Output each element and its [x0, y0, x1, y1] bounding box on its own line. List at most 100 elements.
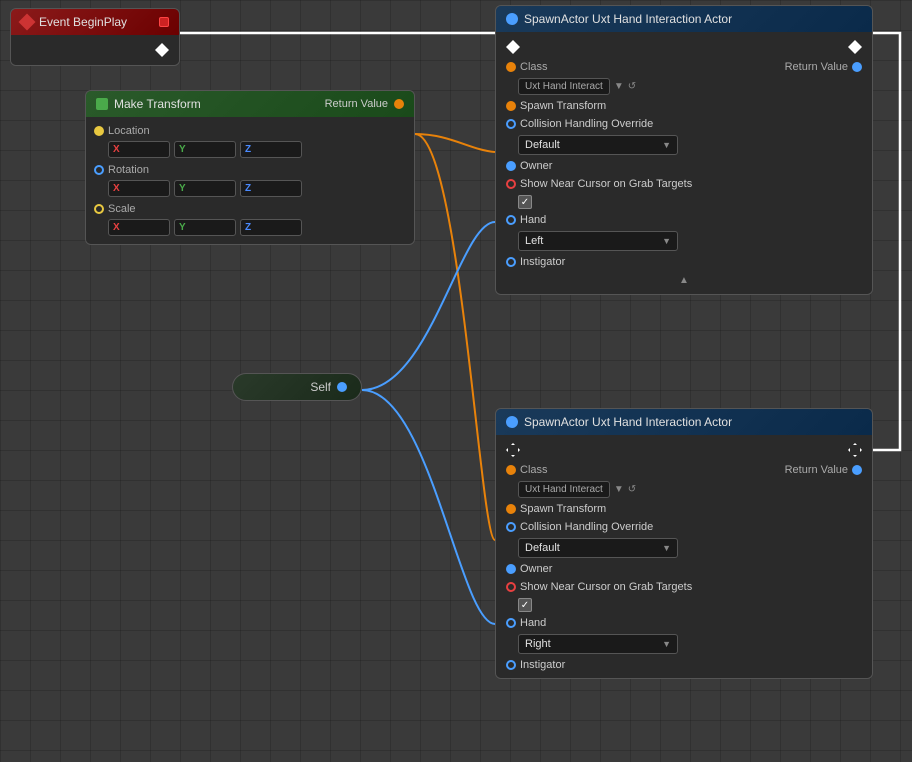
location-pin[interactable]	[94, 126, 104, 136]
spawn1-class-left: Class	[506, 61, 548, 73]
spawn1-show-near-checkbox[interactable]: ✓	[518, 195, 532, 209]
spawn1-transform-pin[interactable]	[506, 101, 516, 111]
spawn1-instigator-label: Instigator	[520, 256, 565, 268]
scale-row: Scale	[86, 199, 414, 217]
spawn2-class-pin[interactable]	[506, 465, 516, 475]
ry-axis-label: Y	[179, 183, 186, 194]
spawn2-transform-pin[interactable]	[506, 504, 516, 514]
spawn1-class-pin[interactable]	[506, 62, 516, 72]
scale-inputs: X 1.0 Y 1.0 Z 1.0	[86, 217, 414, 238]
spawn1-collision-arrow-icon: ▼	[662, 140, 671, 150]
self-to-spawn1-owner	[362, 222, 495, 390]
scale-y-field[interactable]: Y 1.0	[174, 219, 236, 236]
spawn-actor-2-title: SpawnActor Uxt Hand Interaction Actor	[524, 415, 732, 429]
rotation-y-field[interactable]: Y 0.0	[174, 180, 236, 197]
spawn1-expand-icon[interactable]: ▲	[679, 275, 689, 286]
spawn1-collision-pin[interactable]	[506, 119, 516, 129]
spawn2-return-pin[interactable]	[852, 465, 862, 475]
sz-axis-label: Z	[245, 222, 251, 233]
spawn1-hand-row: Hand	[496, 211, 872, 229]
location-z-input[interactable]: 0.0	[253, 144, 283, 155]
transform-to-spawn2	[415, 134, 495, 540]
self-out-pin[interactable]	[337, 382, 347, 392]
scale-z-field[interactable]: Z 1.0	[240, 219, 302, 236]
make-transform-header: Make Transform Return Value	[86, 91, 414, 117]
spawn2-owner-row: Owner	[496, 560, 872, 578]
scale-x-field[interactable]: X 1.0	[108, 219, 170, 236]
rotation-y-input[interactable]: 0.0	[188, 183, 218, 194]
rotation-x-field[interactable]: X 0.0	[108, 180, 170, 197]
rotation-z-input[interactable]: 0.0	[253, 183, 283, 194]
rotation-inputs: X 0.0 Y 0.0 Z 0.0	[86, 178, 414, 199]
spawn2-hand-label: Hand	[520, 617, 546, 629]
spawn2-class-arrow-icon: ▼	[614, 484, 624, 495]
spawn2-class-value-row: Uxt Hand Interact ▼ ↺	[496, 479, 872, 500]
exec-out-pin[interactable]	[155, 43, 169, 57]
spawn2-exec-out[interactable]	[848, 443, 862, 457]
spawn2-show-near-pin[interactable]	[506, 582, 516, 592]
spawn1-owner-pin[interactable]	[506, 161, 516, 171]
spawn1-collision-label: Collision Handling Override	[520, 118, 653, 130]
location-row: Location	[86, 123, 414, 139]
scale-x-input[interactable]: 1.0	[122, 222, 152, 233]
spawn1-instigator-pin[interactable]	[506, 257, 516, 267]
scale-label: Scale	[108, 203, 136, 215]
spawn2-class-left: Class	[506, 464, 548, 476]
event-icon	[19, 14, 36, 31]
spawn1-collision-select[interactable]: Default ▼	[518, 135, 678, 155]
location-x-field[interactable]: X 0.0	[108, 141, 170, 158]
rotation-x-input[interactable]: 0.0	[122, 183, 152, 194]
rotation-row: Rotation	[86, 160, 414, 178]
spawn2-show-near-row: Show Near Cursor on Grab Targets	[496, 578, 872, 596]
y-axis-label: Y	[179, 144, 186, 155]
spawn2-exec-in[interactable]	[506, 443, 520, 457]
spawn1-hand-arrow-icon: ▼	[662, 236, 671, 246]
location-y-input[interactable]: 0.0	[188, 144, 218, 155]
spawn2-return-right: Return Value	[785, 464, 862, 476]
spawn1-return-pin[interactable]	[852, 62, 862, 72]
spawn2-show-near-checkbox[interactable]: ✓	[518, 598, 532, 612]
scale-y-input[interactable]: 1.0	[188, 222, 218, 233]
spawn2-collision-label: Collision Handling Override	[520, 521, 653, 533]
event-begin-play-body	[11, 35, 179, 65]
spawn2-checkbox-row: ✓	[496, 596, 872, 614]
spawn1-hand-dropdown: Left ▼	[496, 229, 872, 253]
location-x-input[interactable]: 0.0	[122, 144, 152, 155]
spawn2-owner-pin[interactable]	[506, 564, 516, 574]
spawn1-class-reset-icon: ↺	[628, 81, 636, 92]
spawn2-hand-row: Hand	[496, 614, 872, 632]
spawn1-hand-select[interactable]: Left ▼	[518, 231, 678, 251]
transform-to-spawn1	[415, 134, 495, 152]
rotation-z-field[interactable]: Z 0.0	[240, 180, 302, 197]
spawn1-collision-row: Collision Handling Override	[496, 115, 872, 133]
rotation-label: Rotation	[108, 164, 149, 176]
spawn1-checkbox-row: ✓	[496, 193, 872, 211]
spawn2-hand-pin[interactable]	[506, 618, 516, 628]
spawn2-collision-select[interactable]: Default ▼	[518, 538, 678, 558]
spawn2-class-reset-icon: ↺	[628, 484, 636, 495]
location-z-field[interactable]: Z 0.0	[240, 141, 302, 158]
return-value-pin[interactable]	[394, 99, 404, 109]
spawn1-transform-row: Spawn Transform	[496, 97, 872, 115]
spawn1-return-label: Return Value	[785, 61, 848, 73]
spawn1-hand-pin[interactable]	[506, 215, 516, 225]
spawn1-show-near-pin[interactable]	[506, 179, 516, 189]
spawn2-hand-select[interactable]: Right ▼	[518, 634, 678, 654]
close-icon[interactable]	[159, 17, 169, 27]
spawn1-exec-out[interactable]	[848, 40, 862, 54]
spawn2-collision-pin[interactable]	[506, 522, 516, 532]
spawn2-class-label: Class	[520, 464, 548, 476]
location-y-field[interactable]: Y 0.0	[174, 141, 236, 158]
scale-z-input[interactable]: 1.0	[253, 222, 283, 233]
spawn2-collision-row: Collision Handling Override	[496, 518, 872, 536]
sy-axis-label: Y	[179, 222, 186, 233]
spawn-actor-1-header: SpawnActor Uxt Hand Interaction Actor	[496, 6, 872, 32]
spawn2-instigator-pin[interactable]	[506, 660, 516, 670]
spawn1-class-label: Class	[520, 61, 548, 73]
spawn1-exec-row	[496, 36, 872, 58]
spawn-actor-1-title: SpawnActor Uxt Hand Interaction Actor	[524, 12, 732, 26]
spawn1-exec-in[interactable]	[506, 40, 520, 54]
rotation-pin[interactable]	[94, 165, 104, 175]
scale-pin[interactable]	[94, 204, 104, 214]
make-transform-node: Make Transform Return Value Location X 0…	[85, 90, 415, 245]
